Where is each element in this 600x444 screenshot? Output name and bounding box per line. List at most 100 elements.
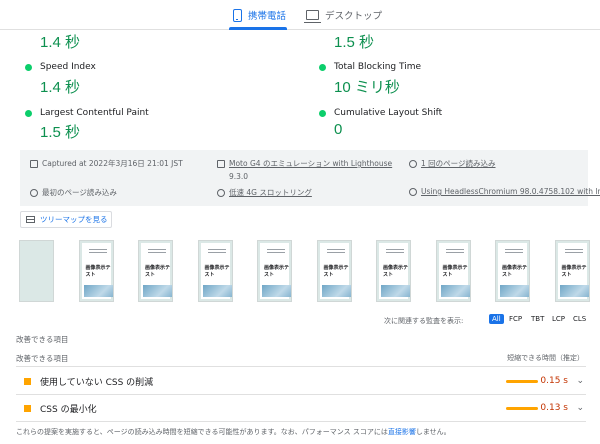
- initial-page-load-text: 最初のページ読み込み: [42, 188, 117, 197]
- frame-header: [145, 248, 169, 256]
- speed-index-label: Speed Index: [25, 62, 96, 72]
- filmstrip-frame: 画像表示テスト: [316, 240, 352, 302]
- filter-chip-fcp[interactable]: FCP: [507, 314, 524, 324]
- treemap-icon: [26, 216, 35, 223]
- frame-page: 画像表示テスト: [498, 243, 529, 299]
- time-to-interactive-value: 1.5 秒: [334, 34, 375, 51]
- filmstrip-frame: 画像表示テスト: [554, 240, 590, 302]
- frame-image: [500, 285, 529, 297]
- frame-page: 画像表示テスト: [438, 243, 470, 299]
- frame-header: [86, 248, 110, 256]
- session-info: 1 回のページ読み込み: [409, 158, 496, 169]
- cls-value: 0: [334, 121, 343, 138]
- tab-desktop-label: デスクトップ: [325, 11, 383, 22]
- frame-header: [383, 248, 407, 256]
- opportunity-title: 使用していない CSS の削減: [40, 377, 154, 388]
- savings-value: 0.15 s: [540, 376, 568, 386]
- filmstrip-frame: 画像表示テスト: [78, 240, 114, 302]
- frame-page: 画像表示テスト: [200, 243, 232, 299]
- frame-header: [443, 248, 467, 256]
- frame-header: [324, 248, 348, 256]
- frame-text: 画像表示テスト: [561, 265, 587, 278]
- frame-header: [502, 248, 526, 256]
- opportunity-row-unused-css[interactable]: 使用していない CSS の削減 0.15 s ⌄: [16, 369, 586, 393]
- frame-text: 画像表示テスト: [204, 265, 230, 278]
- filter-chip-all[interactable]: All: [489, 314, 504, 324]
- active-tab-indicator: [229, 27, 287, 30]
- lighthouse-version: 9.3.0: [229, 172, 249, 181]
- speed-index-text: Speed Index: [40, 62, 96, 72]
- frame-page: 画像表示テスト: [260, 243, 291, 299]
- filmstrip-frame: 画像表示テスト: [257, 240, 292, 302]
- opportunity-row-minify-css[interactable]: CSS の最小化 0.13 s ⌄: [16, 396, 586, 420]
- opportunities-footnote: これらの提案を実施すると、ページの読み込み時間を短縮できる可能性があります。なお…: [16, 427, 451, 437]
- device-tabs: 携帯電話 デスクトップ: [0, 0, 600, 30]
- users-icon: [409, 159, 417, 168]
- filmstrip-frame: 画像表示テスト: [138, 240, 173, 302]
- captured-at: Captured at 2022年3月16日 21:01 JST: [30, 158, 183, 169]
- mobile-phone-icon: [233, 8, 242, 22]
- lcp-text: Largest Contentful Paint: [40, 108, 149, 118]
- speed-index-value: 1.4 秒: [40, 79, 81, 96]
- browser-info: Using HeadlessChromium 98.0.4758.102 wit…: [409, 187, 600, 196]
- frame-header: [205, 248, 229, 256]
- cls-text: Cumulative Layout Shift: [334, 108, 443, 118]
- warning-square-icon: [24, 404, 31, 412]
- network-throttling-text[interactable]: 低速 4G スロットリング: [229, 187, 312, 198]
- frame-text: 画像表示テスト: [323, 265, 349, 278]
- frame-page: 画像表示テスト: [379, 243, 410, 299]
- network-throttling: 低速 4G スロットリング: [217, 187, 312, 198]
- divider: [16, 366, 586, 367]
- device-emulation-text[interactable]: Moto G4 のエミュレーション with Lighthouse: [229, 158, 392, 169]
- frame-image: [321, 285, 351, 297]
- savings-column-title: 短縮できる時間（推定）: [507, 354, 584, 362]
- frame-header: [264, 248, 288, 256]
- device-icon: [217, 159, 225, 168]
- frame-page: 画像表示テスト: [81, 243, 113, 299]
- opportunity-title: CSS の最小化: [40, 404, 97, 415]
- chevron-down-icon[interactable]: ⌄: [576, 403, 584, 413]
- pass-indicator-icon: [25, 63, 32, 71]
- opportunities-header: 改善できる項目: [16, 335, 69, 344]
- tab-mobile[interactable]: 携帯電話: [233, 5, 286, 25]
- browser-info-text[interactable]: Using HeadlessChromium 98.0.4758.102 wit…: [421, 187, 600, 196]
- frame-text: 画像表示テスト: [502, 265, 528, 278]
- filmstrip-frame: 画像表示テスト: [435, 240, 471, 302]
- filter-chip-lcp[interactable]: LCP: [550, 314, 567, 324]
- frame-text: 画像表示テスト: [383, 265, 409, 278]
- lcp-label: Largest Contentful Paint: [25, 108, 149, 118]
- captured-at-text: Captured at 2022年3月16日 21:01 JST: [42, 159, 183, 168]
- frame-text: 画像表示テスト: [85, 265, 111, 278]
- divider: [16, 421, 586, 422]
- filmstrip-frame: 画像表示テスト: [197, 240, 233, 302]
- initial-page-load: 最初のページ読み込み: [30, 187, 117, 198]
- frame-image: [83, 285, 113, 297]
- savings-value: 0.13 s: [540, 403, 568, 413]
- frame-text: 画像表示テスト: [145, 265, 171, 278]
- pass-indicator-icon: [319, 109, 326, 117]
- filmstrip-frame: [19, 240, 54, 302]
- footnote-link[interactable]: 直接影響: [388, 428, 416, 436]
- filter-chip-tbt[interactable]: TBT: [529, 314, 546, 324]
- pass-indicator-icon: [319, 63, 326, 71]
- filter-chip-cls[interactable]: CLS: [571, 314, 588, 324]
- frame-page: 画像表示テスト: [141, 243, 172, 299]
- tab-desktop[interactable]: デスクトップ: [304, 5, 383, 25]
- warning-square-icon: [24, 377, 31, 385]
- frame-image: [202, 285, 232, 297]
- device-emulation: Moto G4 のエミュレーション with Lighthouse: [217, 158, 392, 169]
- frame-page: 画像表示テスト: [557, 243, 589, 299]
- footnote-tail: しません。: [415, 428, 451, 436]
- chevron-down-icon[interactable]: ⌄: [576, 376, 584, 386]
- pass-indicator-icon: [25, 109, 32, 117]
- filmstrip-frame: 画像表示テスト: [376, 240, 411, 302]
- footnote-text: これらの提案を実施すると、ページの読み込み時間を短縮できる可能性があります。なお…: [16, 428, 388, 436]
- first-contentful-paint-value: 1.4 秒: [40, 34, 81, 51]
- chrome-icon: [409, 187, 417, 196]
- runtime-settings-panel: Captured at 2022年3月16日 21:01 JST Moto G4…: [20, 150, 600, 206]
- view-treemap-label: ツリーマップを見る: [40, 215, 108, 224]
- view-treemap-button[interactable]: ツリーマップを見る: [20, 211, 112, 228]
- tab-mobile-label: 携帯電話: [248, 11, 287, 22]
- session-info-text[interactable]: 1 回のページ読み込み: [421, 158, 496, 169]
- total-blocking-time-value: 10 ミリ秒: [334, 79, 400, 96]
